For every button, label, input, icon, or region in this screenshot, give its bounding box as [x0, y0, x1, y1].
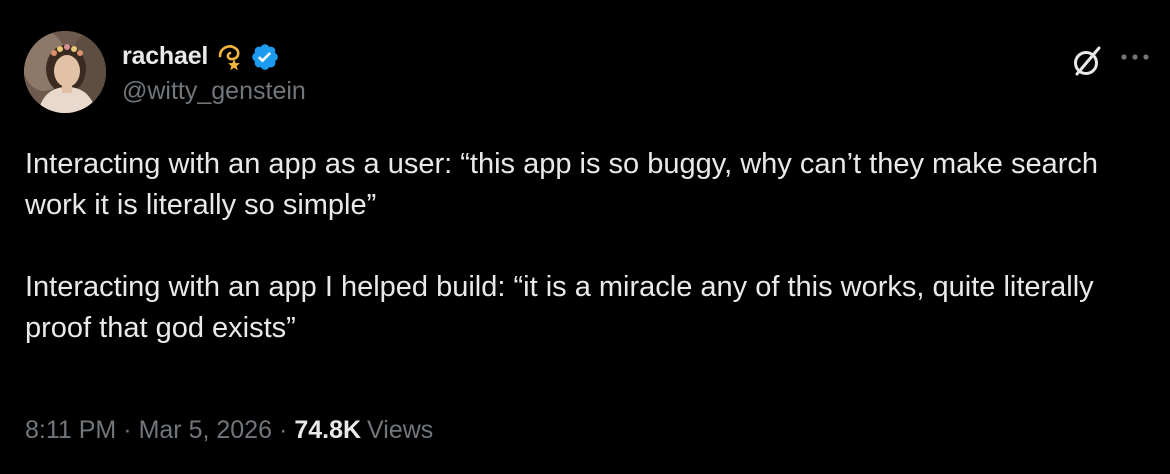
tweet-paragraph: Interacting with an app I helped build: … [25, 271, 1094, 344]
tweet-card: rachael @witty_genstein Interacting with… [0, 0, 1170, 474]
tweet-header: rachael @witty_genstein [24, 30, 306, 114]
meta-separator: · [279, 416, 288, 444]
name-row: rachael [122, 39, 306, 75]
views-count[interactable]: 74.8K [294, 416, 361, 445]
tweet-time[interactable]: 8:11 PM [25, 416, 116, 445]
grok-slash-icon[interactable] [1068, 42, 1106, 80]
views-label: Views [367, 416, 434, 444]
tweet-text: Interacting with an app as a user: “this… [25, 144, 1145, 349]
dizzy-star-emoji-icon [215, 42, 245, 72]
author-names: rachael @witty_genstein [122, 39, 306, 106]
tweet-paragraph: Interacting with an app as a user: “this… [25, 148, 1099, 221]
display-name[interactable]: rachael [122, 42, 208, 71]
avatar[interactable] [24, 31, 106, 113]
tweet-meta: 8:11 PM · Mar 5, 2026 · 74.8K Views [25, 416, 433, 445]
meta-separator: · [123, 416, 132, 444]
avatar-image [24, 31, 106, 113]
verified-badge-icon[interactable] [250, 42, 280, 72]
handle[interactable]: @witty_genstein [122, 77, 306, 106]
more-horizontal-icon[interactable] [1118, 44, 1152, 70]
tweet-date[interactable]: Mar 5, 2026 [139, 416, 272, 445]
